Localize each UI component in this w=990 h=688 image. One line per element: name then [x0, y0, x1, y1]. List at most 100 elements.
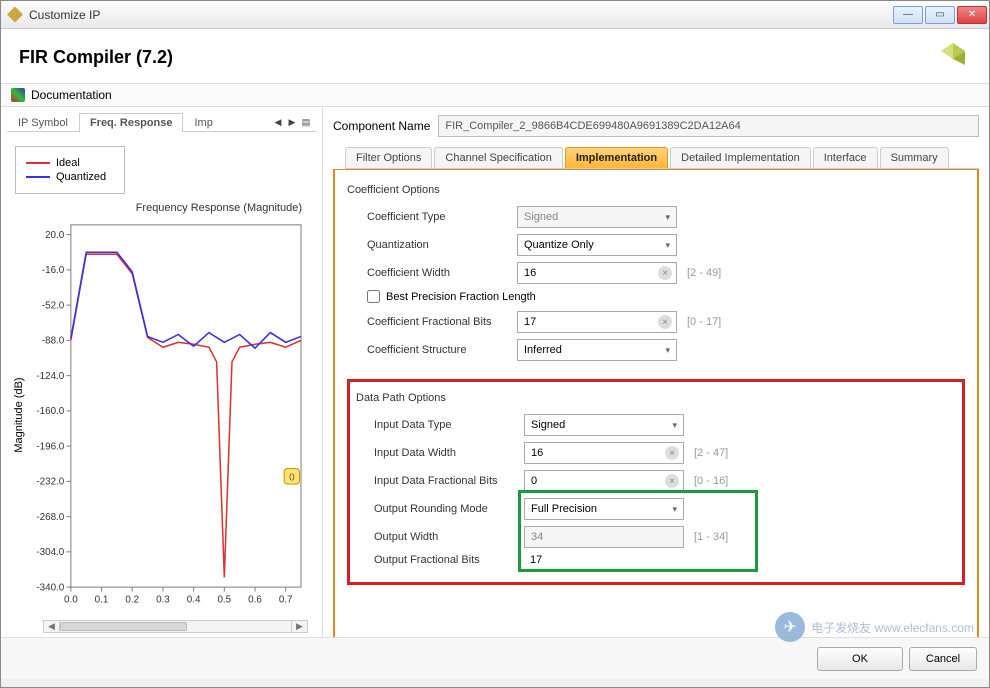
chart-scrollbar[interactable]: ◀ ▶ — [43, 620, 308, 633]
svg-text:-232.0: -232.0 — [36, 477, 64, 488]
watermark-icon: ✈ — [775, 612, 805, 642]
tab-next-icon[interactable]: ▶ — [286, 116, 298, 128]
window-buttons: — ▭ ✕ — [893, 6, 987, 24]
in-type-label: Input Data Type — [374, 419, 524, 431]
coeff-frac-label: Coefficient Fractional Bits — [367, 316, 517, 328]
coeff-struct-select[interactable]: Inferred — [517, 339, 677, 361]
clear-icon[interactable]: × — [665, 446, 679, 460]
in-frac-label: Input Data Fractional Bits — [374, 475, 524, 487]
clear-icon[interactable]: × — [658, 315, 672, 329]
coeff-frac-input[interactable]: 17× — [517, 311, 677, 333]
left-tab-strip: IP Symbol Freq. Response Imp ◀ ▶ ▤ — [7, 113, 316, 132]
svg-text:0: 0 — [289, 473, 295, 484]
coeff-frac-hint: [0 - 17] — [687, 316, 721, 328]
out-width-input[interactable]: 34 — [524, 526, 684, 548]
minimize-button[interactable]: — — [893, 6, 923, 24]
coeff-struct-label: Coefficient Structure — [367, 344, 517, 356]
maximize-button[interactable]: ▭ — [925, 6, 955, 24]
legend-ideal: Ideal — [26, 157, 114, 169]
config-tabs: Filter Options Channel Specification Imp… — [345, 147, 979, 169]
clear-icon[interactable]: × — [665, 474, 679, 488]
in-width-input[interactable]: 16× — [524, 442, 684, 464]
component-name-label: Component Name — [333, 119, 430, 133]
in-width-hint: [2 - 47] — [694, 447, 728, 459]
coeff-width-hint: [2 - 49] — [687, 267, 721, 279]
coeff-group-title: Coefficient Options — [347, 184, 965, 196]
close-button[interactable]: ✕ — [957, 6, 987, 24]
scroll-right-icon[interactable]: ▶ — [291, 621, 307, 632]
legend-ideal-label: Ideal — [56, 157, 80, 169]
out-width-hint: [1 - 34] — [694, 531, 728, 543]
in-type-select[interactable]: Signed — [524, 414, 684, 436]
coeff-type-label: Coefficient Type — [367, 211, 517, 223]
datapath-group-title: Data Path Options — [356, 392, 958, 404]
tab-impulse[interactable]: Imp — [183, 113, 215, 132]
round-mode-select[interactable]: Full Precision — [524, 498, 684, 520]
chart: Magnitude (dB) 20.0-16.0-52.0-88.0-124.0… — [7, 216, 316, 618]
svg-text:-124.0: -124.0 — [36, 371, 64, 382]
tab-prev-icon[interactable]: ◀ — [272, 116, 284, 128]
out-frac-label: Output Fractional Bits — [374, 554, 524, 566]
in-width-label: Input Data Width — [374, 447, 524, 459]
out-width-label: Output Width — [374, 531, 524, 543]
coeff-width-input[interactable]: 16× — [517, 262, 677, 284]
chart-title: Frequency Response (Magnitude) — [7, 202, 302, 214]
svg-text:0.3: 0.3 — [156, 595, 170, 606]
chart-legend: Ideal Quantized — [15, 146, 125, 194]
documentation-icon — [11, 88, 25, 102]
svg-text:-340.0: -340.0 — [36, 582, 64, 593]
coeff-width-label: Coefficient Width — [367, 267, 517, 279]
tab-filter-options[interactable]: Filter Options — [345, 147, 432, 168]
tab-channel-spec[interactable]: Channel Specification — [434, 147, 562, 168]
tab-summary[interactable]: Summary — [880, 147, 949, 168]
clear-icon[interactable]: × — [658, 266, 672, 280]
header: FIR Compiler (7.2) — [1, 29, 989, 84]
chart-svg: 20.0-16.0-52.0-88.0-124.0-160.0-196.0-23… — [27, 216, 312, 614]
tab-interface[interactable]: Interface — [813, 147, 878, 168]
toolbar: Documentation — [1, 84, 989, 107]
svg-text:-160.0: -160.0 — [36, 406, 64, 417]
svg-text:-16.0: -16.0 — [42, 265, 65, 276]
component-name-field[interactable] — [438, 115, 979, 137]
legend-ideal-swatch — [26, 162, 50, 164]
out-frac-value: 17 — [524, 554, 684, 566]
right-panel: Component Name Filter Options Channel Sp… — [323, 107, 989, 637]
best-precision-label: Best Precision Fraction Length — [386, 291, 536, 303]
in-frac-input[interactable]: 0× — [524, 470, 684, 492]
scroll-left-icon[interactable]: ◀ — [44, 621, 60, 632]
best-precision-checkbox[interactable] — [367, 290, 380, 303]
config-panel: Coefficient Options Coefficient Type Sig… — [333, 169, 979, 637]
svg-text:0.5: 0.5 — [217, 595, 231, 606]
watermark-text: 电子发烧友 www.elecfans.com — [811, 619, 974, 636]
svg-text:0.2: 0.2 — [125, 595, 139, 606]
tab-detailed-impl[interactable]: Detailed Implementation — [670, 147, 811, 168]
footer: OK Cancel — [1, 637, 989, 679]
legend-quantized-swatch — [26, 176, 50, 178]
svg-text:0.7: 0.7 — [279, 595, 293, 606]
tab-menu-icon[interactable]: ▤ — [300, 116, 312, 128]
legend-quantized-label: Quantized — [56, 171, 106, 183]
tab-freq-response[interactable]: Freq. Response — [79, 113, 184, 132]
svg-text:-196.0: -196.0 — [36, 441, 64, 452]
svg-text:0.4: 0.4 — [187, 595, 201, 606]
svg-text:0.0: 0.0 — [64, 595, 78, 606]
tab-ip-symbol[interactable]: IP Symbol — [7, 113, 79, 132]
cancel-button[interactable]: Cancel — [909, 647, 977, 671]
documentation-link[interactable]: Documentation — [31, 88, 112, 102]
highlight-red: Data Path Options Input Data Type Signed… — [347, 379, 965, 585]
legend-quantized: Quantized — [26, 171, 114, 183]
coeff-quant-select[interactable]: Quantize Only — [517, 234, 677, 256]
titlebar: Customize IP — ▭ ✕ — [1, 1, 989, 29]
scroll-thumb[interactable] — [60, 622, 187, 631]
ok-button[interactable]: OK — [817, 647, 903, 671]
svg-text:20.0: 20.0 — [45, 230, 65, 241]
svg-text:-88.0: -88.0 — [42, 336, 65, 347]
coeff-type-select[interactable]: Signed — [517, 206, 677, 228]
watermark: ✈ 电子发烧友 www.elecfans.com — [775, 612, 974, 642]
tab-implementation[interactable]: Implementation — [565, 147, 668, 168]
svg-text:0.6: 0.6 — [248, 595, 262, 606]
vendor-logo-icon — [935, 39, 971, 75]
in-frac-hint: [0 - 16] — [694, 475, 728, 487]
page-title: FIR Compiler (7.2) — [19, 47, 935, 68]
svg-text:0.1: 0.1 — [95, 595, 109, 606]
